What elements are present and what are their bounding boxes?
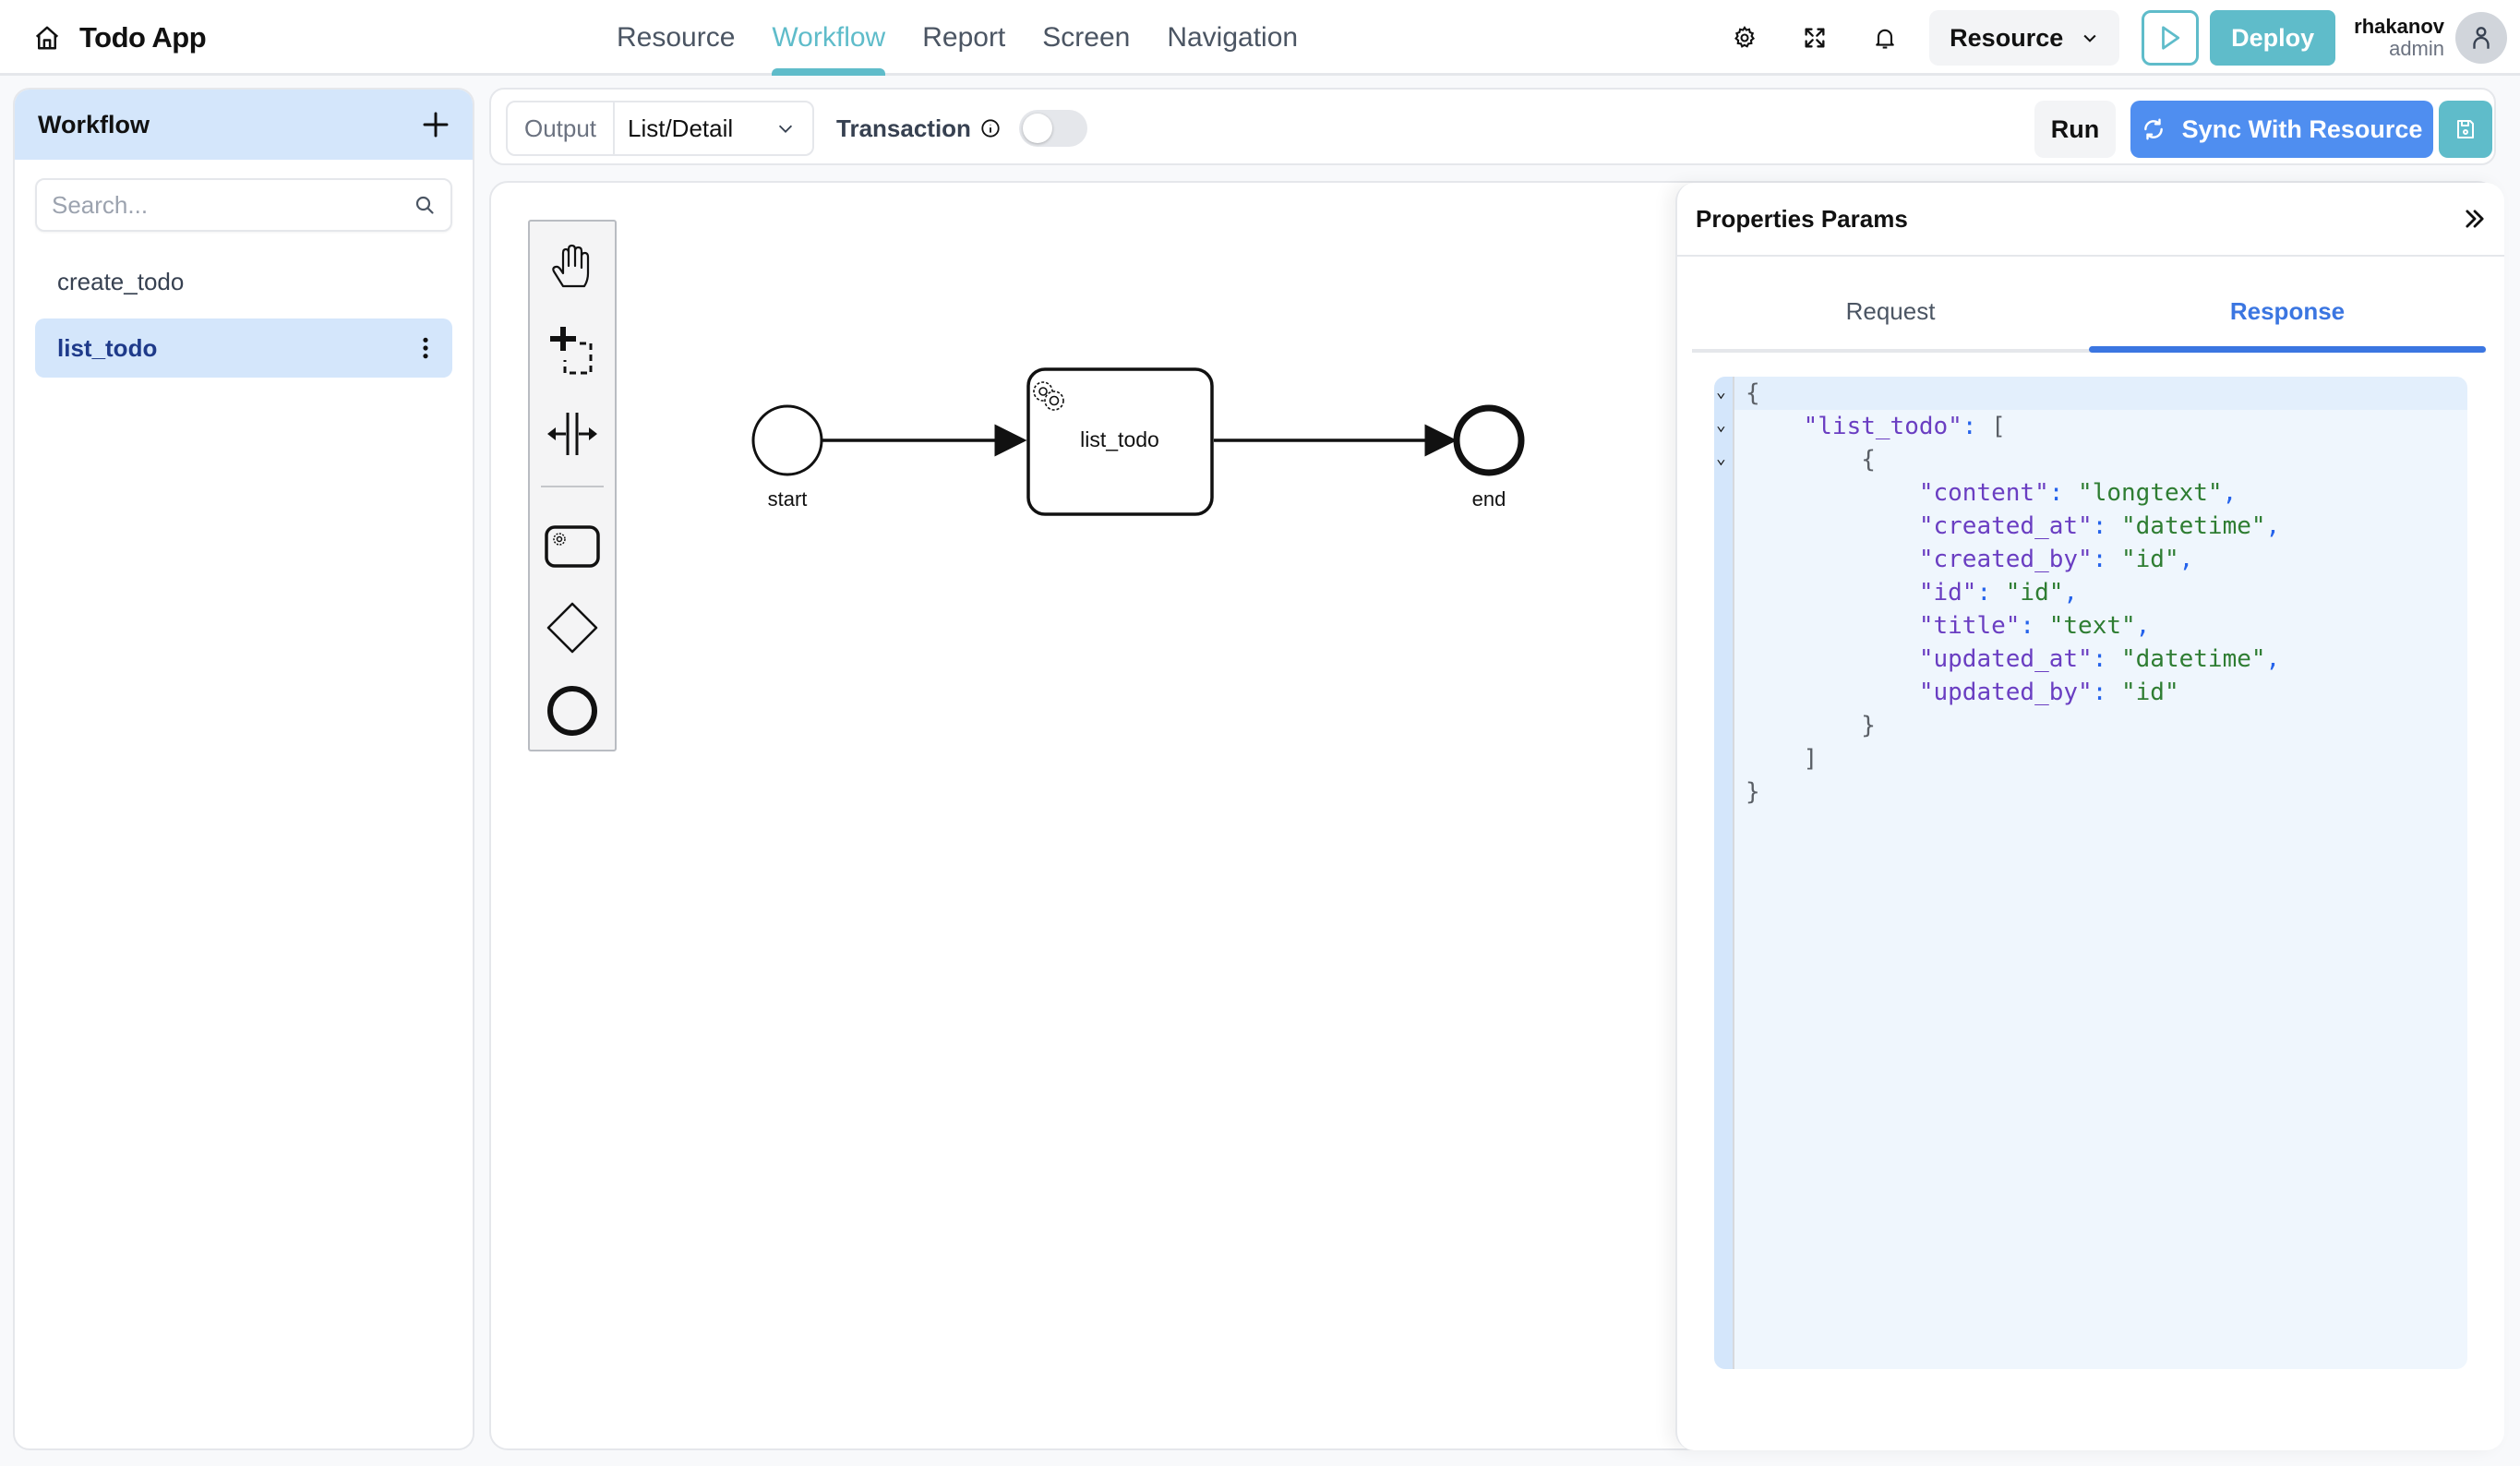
- nav-tab-navigation[interactable]: Navigation: [1167, 0, 1298, 76]
- more-options-icon[interactable]: [421, 336, 430, 360]
- tab-response[interactable]: Response: [2089, 273, 2486, 353]
- brand[interactable]: Todo App: [33, 18, 207, 57]
- editor-gutter: ⌄ ⌄ ⌄: [1714, 377, 1734, 1369]
- start-event[interactable]: start: [751, 404, 823, 511]
- code-line: ]: [1803, 745, 1818, 773]
- properties-header: Properties Params: [1677, 183, 2504, 257]
- workflow-sidebar: Workflow create_todo list_todo: [13, 88, 474, 1450]
- user-name: rhakanov: [2354, 14, 2444, 38]
- output-label: Output: [508, 102, 615, 154]
- end-event-label: end: [1472, 487, 1506, 511]
- code-line: "content": "longtext",: [1918, 479, 2238, 507]
- top-nav-bar: Todo App Resource Workflow Report Screen…: [0, 0, 2520, 76]
- tab-request[interactable]: Request: [1692, 273, 2089, 349]
- sidebar-title: Workflow: [38, 110, 150, 138]
- service-task-list-todo[interactable]: list_todo: [1026, 367, 1214, 516]
- workflow-item-label: create_todo: [57, 267, 185, 295]
- gear-icon: [1734, 26, 1756, 48]
- deploy-button[interactable]: Deploy: [2210, 10, 2336, 66]
- chevron-down-icon: [778, 125, 793, 133]
- user-role: admin: [2389, 37, 2444, 60]
- resource-dropdown-value: Resource: [1950, 23, 2064, 52]
- user-info[interactable]: rhakanov admin: [2354, 14, 2444, 60]
- fold-toggle-icon[interactable]: ⌄: [1716, 449, 1726, 468]
- workflow-list: create_todo list_todo: [15, 252, 473, 378]
- workflow-item-create-todo[interactable]: create_todo: [35, 252, 452, 311]
- fullscreen-button[interactable]: [1794, 18, 1835, 58]
- add-workflow-icon[interactable]: [421, 110, 450, 139]
- sync-icon: [2143, 118, 2163, 140]
- code-line: "title": "text",: [1918, 612, 2151, 640]
- gateway-icon: [546, 602, 598, 654]
- search-box: [35, 178, 452, 232]
- nav-tab-workflow[interactable]: Workflow: [772, 0, 885, 76]
- user-icon: [2473, 27, 2490, 49]
- sync-label: Sync With Resource: [2181, 114, 2423, 143]
- code-line: "created_by": "id",: [1918, 546, 2194, 573]
- code-line: "id": "id",: [1918, 579, 2079, 607]
- properties-tabs: Request Response: [1692, 273, 2486, 353]
- transaction-toggle[interactable]: [1018, 110, 1087, 147]
- fold-toggle-icon[interactable]: ⌄: [1716, 415, 1726, 435]
- save-button[interactable]: [2439, 101, 2492, 158]
- code-line: "list_todo": [: [1803, 413, 2006, 440]
- home-icon[interactable]: [33, 24, 61, 52]
- search-icon[interactable]: [414, 194, 436, 216]
- run-button[interactable]: Run: [2034, 101, 2116, 158]
- bpmn-diagram: start list_todo end: [751, 367, 1525, 516]
- notifications-button[interactable]: [1865, 18, 1905, 58]
- code-line: }: [1746, 778, 1760, 806]
- search-input[interactable]: [52, 190, 414, 220]
- nav-tab-report[interactable]: Report: [922, 0, 1005, 76]
- chevron-down-icon: [2083, 34, 2096, 42]
- resource-dropdown[interactable]: Resource: [1929, 10, 2120, 66]
- header-actions: Resource Deploy rhakanov admin: [1724, 0, 2520, 76]
- main-nav: Resource Workflow Report Screen Navigati…: [617, 0, 1335, 76]
- sync-with-resource-button[interactable]: Sync With Resource: [2130, 101, 2433, 158]
- fullscreen-icon: [1805, 28, 1825, 48]
- bell-icon: [1876, 29, 1894, 49]
- code-line: "created_at": "datetime",: [1918, 512, 2281, 540]
- nav-tab-resource[interactable]: Resource: [617, 0, 735, 76]
- code-line: }: [1861, 712, 1876, 739]
- code-line: "updated_at": "datetime",: [1918, 645, 2281, 673]
- end-event[interactable]: end: [1453, 404, 1525, 511]
- code-content: { "list_todo": [ { "content": "longtext"…: [1734, 377, 2467, 809]
- play-icon: [2162, 26, 2180, 50]
- workflow-toolbar: Output List/Detail Transaction Run Sync …: [489, 88, 2496, 165]
- save-icon: [2457, 120, 2474, 138]
- sidebar-header: Workflow: [15, 90, 473, 160]
- output-select-value: List/Detail: [628, 114, 734, 142]
- nav-tab-screen[interactable]: Screen: [1042, 0, 1130, 76]
- properties-title: Properties Params: [1696, 204, 1908, 233]
- avatar[interactable]: [2455, 12, 2507, 64]
- transaction-label: Transaction: [836, 114, 971, 142]
- gateway-tool[interactable]: [530, 591, 615, 665]
- preview-button[interactable]: [2142, 10, 2200, 66]
- end-event-icon: [547, 686, 597, 736]
- properties-panel: Properties Params Request Response ⌄ ⌄ ⌄…: [1675, 183, 2504, 1450]
- response-json-editor[interactable]: ⌄ ⌄ ⌄ { "list_todo": [ { "content": "lon…: [1714, 377, 2467, 1369]
- end-event-tool[interactable]: [530, 674, 615, 748]
- code-line: "updated_by": "id": [1918, 679, 2179, 706]
- info-icon[interactable]: [980, 118, 1001, 138]
- transaction-field: Transaction: [836, 101, 1087, 156]
- service-task-label: list_todo: [1080, 427, 1159, 451]
- app-title: Todo App: [79, 21, 207, 54]
- code-line: {: [1734, 377, 2467, 410]
- fold-toggle-icon[interactable]: ⌄: [1716, 382, 1726, 402]
- settings-button[interactable]: [1724, 18, 1765, 58]
- output-field: Output List/Detail: [506, 101, 814, 156]
- toggle-knob: [1022, 114, 1052, 143]
- workflow-item-list-todo[interactable]: list_todo: [35, 318, 452, 378]
- workflow-item-label: list_todo: [57, 333, 158, 362]
- double-chevron-right-icon[interactable]: [2462, 206, 2488, 232]
- start-event-label: start: [768, 487, 808, 511]
- output-select[interactable]: List/Detail: [615, 114, 812, 143]
- code-line: {: [1861, 446, 1876, 474]
